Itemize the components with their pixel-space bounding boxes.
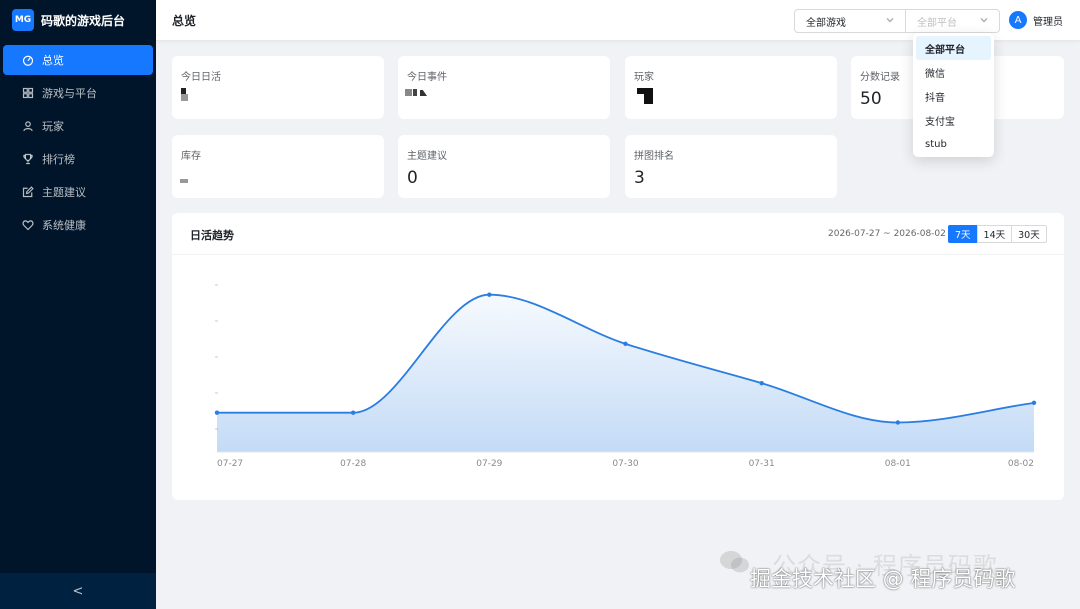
stat-card-inventory: 库存 bbox=[172, 135, 384, 198]
edit-icon bbox=[21, 185, 35, 199]
sidebar-item-label: 总览 bbox=[42, 54, 64, 67]
platform-option-alipay[interactable]: 支付宝 bbox=[916, 108, 991, 132]
sidebar-item-label: 系统健康 bbox=[42, 219, 86, 232]
sidebar-item-system-health[interactable]: 系统健康 bbox=[3, 210, 153, 240]
data-point[interactable] bbox=[487, 292, 492, 297]
data-point[interactable] bbox=[214, 410, 220, 415]
series-area bbox=[217, 294, 1034, 452]
brand[interactable]: MG 码歌的游戏后台 bbox=[0, 0, 156, 40]
platform-option-wechat[interactable]: 微信 bbox=[916, 60, 991, 84]
data-point[interactable] bbox=[895, 420, 901, 425]
stat-value: 0 bbox=[407, 168, 418, 188]
game-select-value: 全部游戏 bbox=[806, 17, 846, 29]
wechat-icon bbox=[720, 551, 749, 573]
sidebar-item-theme-suggestions[interactable]: 主题建议 bbox=[3, 177, 153, 207]
sidebar-item-leaderboard[interactable]: 排行榜 bbox=[3, 144, 153, 174]
redaction-mark bbox=[644, 88, 653, 104]
stat-value: 50 bbox=[860, 89, 882, 109]
stat-value: 3 bbox=[634, 168, 645, 188]
data-point[interactable] bbox=[623, 341, 628, 347]
range-button-7d[interactable]: 7天 bbox=[948, 225, 978, 243]
avatar: A bbox=[1009, 11, 1027, 29]
user-name: 管理员 bbox=[1033, 16, 1063, 28]
user-menu[interactable]: A 管理员 bbox=[1009, 11, 1063, 29]
page-title: 总览 bbox=[172, 14, 197, 28]
chart-title: 日活趋势 bbox=[190, 229, 234, 242]
x-tick-label: 07-31 bbox=[749, 459, 775, 469]
chevron-down-icon bbox=[979, 15, 991, 27]
x-tick-label: 07-30 bbox=[612, 459, 638, 469]
x-tick-label: 07-29 bbox=[476, 459, 502, 469]
watermark-line-2: 掘金技术社区 @ 程序员码歌 bbox=[750, 567, 1016, 591]
sidebar-item-label: 排行榜 bbox=[42, 153, 75, 166]
chevron-left-icon: < bbox=[72, 583, 84, 599]
brand-logo: MG bbox=[12, 9, 34, 31]
platform-option-douyin[interactable]: 抖音 bbox=[916, 84, 991, 108]
range-button-30d[interactable]: 30天 bbox=[1011, 225, 1047, 243]
redaction-mark bbox=[420, 90, 427, 96]
stat-label: 主题建议 bbox=[407, 151, 447, 162]
redaction-mark bbox=[180, 179, 188, 183]
sidebar-item-players[interactable]: 玩家 bbox=[3, 111, 153, 141]
x-tick-label: 07-28 bbox=[340, 459, 366, 469]
stat-label: 今日日活 bbox=[181, 72, 221, 83]
chevron-down-icon bbox=[885, 15, 897, 27]
sidebar-item-label: 玩家 bbox=[42, 120, 64, 133]
redaction-mark bbox=[413, 89, 417, 96]
sidebar: MG 码歌的游戏后台 总览 游戏与平台 玩家 排行榜 主题建议 系统健康 < bbox=[0, 0, 156, 609]
stat-label: 今日事件 bbox=[407, 72, 447, 83]
sidebar-item-overview[interactable]: 总览 bbox=[3, 45, 153, 75]
grid-icon bbox=[21, 86, 35, 100]
stat-label: 分数记录 bbox=[860, 72, 900, 83]
sidebar-collapse-button[interactable]: < bbox=[0, 573, 156, 609]
data-point[interactable] bbox=[1031, 400, 1037, 406]
watermark: 公众号 · 程序员码歌 掘金技术社区 @ 程序员码歌 bbox=[716, 543, 1076, 603]
sidebar-item-label: 游戏与平台 bbox=[42, 87, 97, 100]
platform-dropdown: 全部平台 微信 抖音 支付宝 stub bbox=[913, 33, 994, 157]
stat-card-dau: 今日日活 bbox=[172, 56, 384, 119]
stat-label: 库存 bbox=[181, 151, 201, 162]
user-icon bbox=[21, 119, 35, 133]
dashboard-icon bbox=[21, 53, 35, 67]
sidebar-item-games-platforms[interactable]: 游戏与平台 bbox=[3, 78, 153, 108]
stat-card-events: 今日事件 bbox=[398, 56, 610, 119]
platform-option-all[interactable]: 全部平台 bbox=[916, 36, 991, 60]
range-button-group: 7天 14天 30天 bbox=[948, 225, 1047, 243]
range-button-14d[interactable]: 14天 bbox=[976, 225, 1013, 243]
dau-trend-chart: 07-27 07-28 07-29 07-30 07-31 08-01 08-02 bbox=[214, 284, 1037, 469]
x-tick-label: 07-27 bbox=[217, 459, 243, 469]
stat-card-puzzle-ranking: 拼图排名 3 bbox=[625, 135, 837, 198]
stat-label: 玩家 bbox=[634, 72, 654, 83]
brand-title: 码歌的游戏后台 bbox=[41, 13, 126, 28]
dau-trend-card: 日活趋势 2026-07-27 ~ 2026-08-02 7天 14天 30天 … bbox=[172, 213, 1064, 500]
data-point[interactable] bbox=[350, 410, 356, 415]
platform-select[interactable]: 全部平台 bbox=[906, 9, 1000, 33]
sidebar-nav: 总览 游戏与平台 玩家 排行榜 主题建议 系统健康 bbox=[0, 45, 156, 240]
date-range: 2026-07-27 ~ 2026-08-02 bbox=[828, 229, 946, 239]
platform-option-stub[interactable]: stub bbox=[916, 132, 991, 156]
stat-label: 拼图排名 bbox=[634, 151, 674, 162]
redaction-mark bbox=[405, 89, 412, 96]
x-tick-label: 08-01 bbox=[885, 459, 911, 469]
trophy-icon bbox=[21, 152, 35, 166]
stat-card-players: 玩家 bbox=[625, 56, 837, 119]
x-tick-label: 08-02 bbox=[1008, 459, 1034, 469]
platform-select-placeholder: 全部平台 bbox=[917, 17, 957, 29]
data-point[interactable] bbox=[759, 380, 764, 386]
game-select[interactable]: 全部游戏 bbox=[794, 9, 906, 33]
heart-icon bbox=[21, 218, 35, 232]
redaction-mark bbox=[181, 94, 188, 101]
sidebar-item-label: 主题建议 bbox=[42, 186, 86, 199]
stat-card-theme-suggestions: 主题建议 0 bbox=[398, 135, 610, 198]
